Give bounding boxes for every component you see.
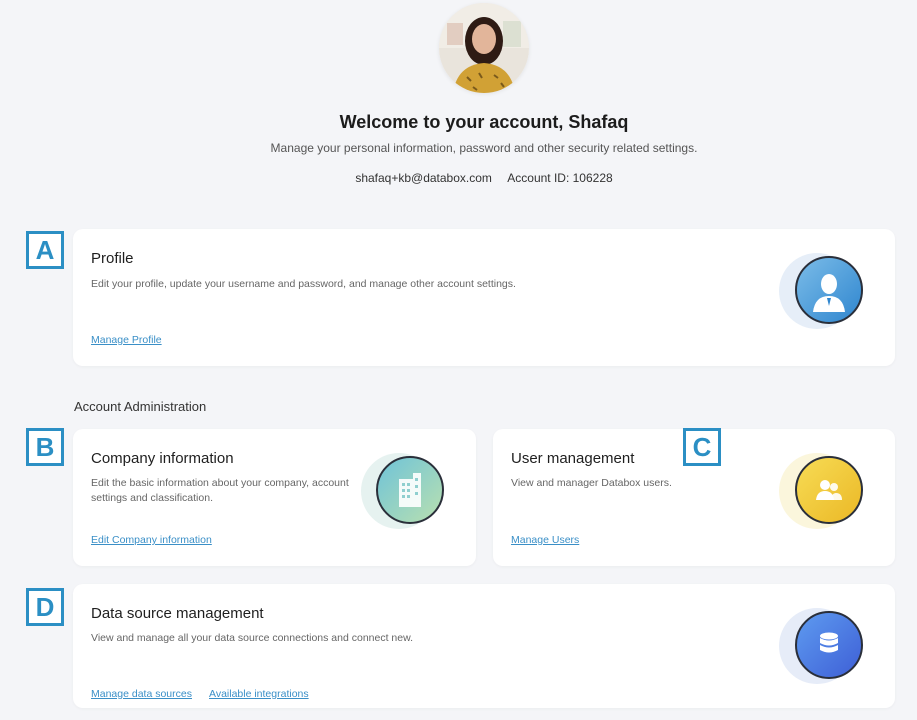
manage-users-link[interactable]: Manage Users [511,534,579,546]
marker-d: D [26,588,64,626]
profile-title: Profile [91,250,134,267]
users-icon [795,456,863,524]
users-description: View and manager Databox users. [511,477,672,489]
account-meta: shafaq+kb@databox.com Account ID: 106228 [0,171,917,185]
edit-company-link[interactable]: Edit Company information [91,534,212,546]
avatar [439,3,529,93]
company-card: Company information Edit the basic infor… [73,429,476,566]
profile-description: Edit your profile, update your username … [91,278,516,290]
available-integrations-link[interactable]: Available integrations [209,688,309,700]
page-subtitle: Manage your personal information, passwo… [270,141,698,155]
marker-a: A [26,231,64,269]
database-icon [795,611,863,679]
datasource-description: View and manage all your data source con… [91,632,414,644]
account-email: shafaq+kb@databox.com [355,171,492,185]
user-silhouette-icon [795,256,863,324]
manage-data-sources-link[interactable]: Manage data sources [91,688,192,700]
company-description: Edit the basic information about your co… [91,477,349,504]
marker-c: C [683,428,721,466]
marker-b: B [26,428,64,466]
page-title: Welcome to your account, Shafaq [339,112,629,132]
section-label-account-administration: Account Administration [74,399,207,414]
datasource-card: Data source management View and manage a… [73,584,895,708]
users-title: User management [511,450,635,467]
building-icon [376,456,444,524]
manage-profile-link[interactable]: Manage Profile [91,334,162,346]
avatar-photo [439,3,529,93]
datasource-title: Data source management [91,605,264,622]
account-id: Account ID: 106228 [507,171,613,185]
company-title: Company information [91,450,234,467]
profile-card: Profile Edit your profile, update your u… [73,229,895,366]
